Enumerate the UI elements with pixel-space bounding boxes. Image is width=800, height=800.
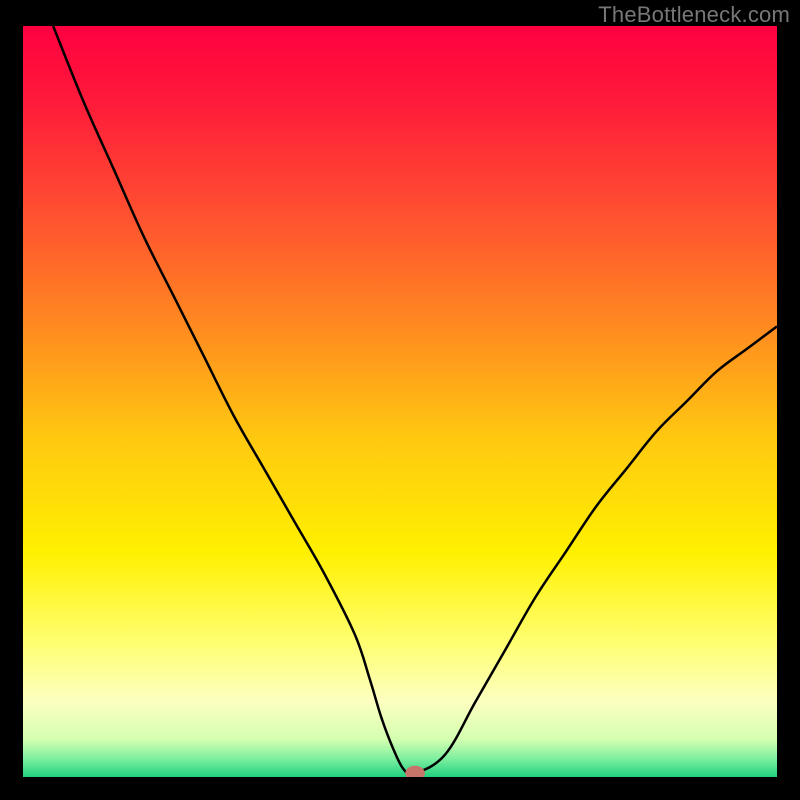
chart-frame: TheBottleneck.com (0, 0, 800, 800)
plot-area (23, 26, 777, 777)
watermark-text: TheBottleneck.com (598, 2, 790, 28)
chart-svg (23, 26, 777, 777)
chart-background (23, 26, 777, 777)
